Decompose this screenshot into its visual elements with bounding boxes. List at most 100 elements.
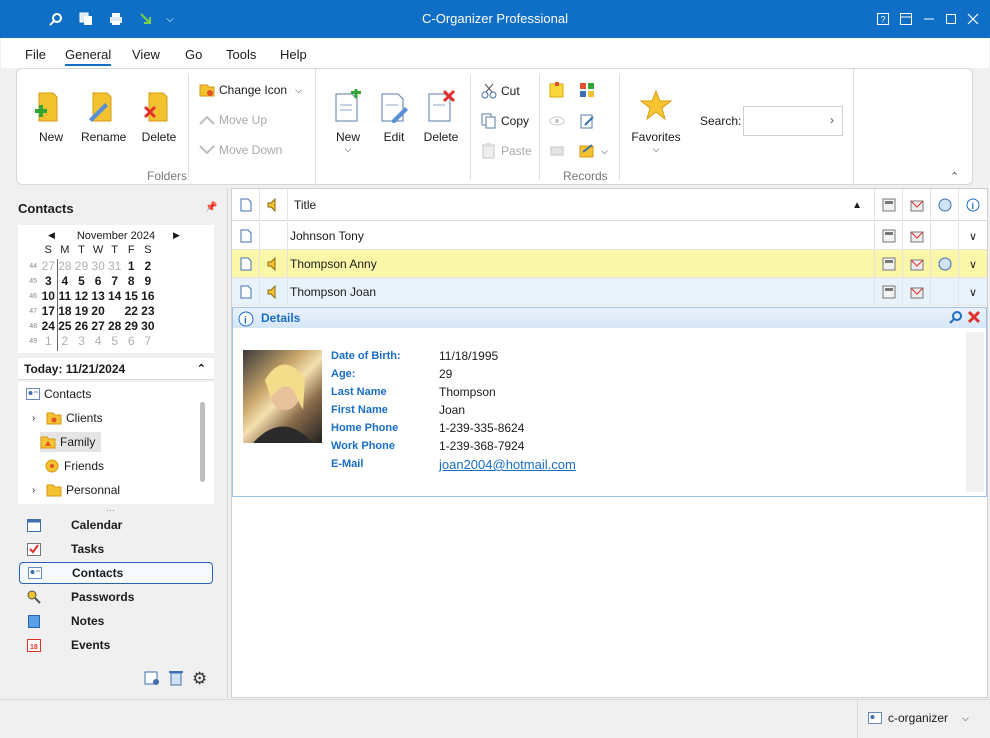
column-title[interactable]: Title ▲ [288,189,875,221]
expand-row-icon[interactable]: ∨ [959,222,987,250]
calendar-day[interactable]: 3 [73,334,90,349]
next-month-icon[interactable]: ▶ [173,230,180,241]
expand-row-icon[interactable]: ∨ [959,250,987,278]
move-up-button[interactable]: Move Up [199,113,267,127]
favorites-button[interactable]: Favorites ⌵ [629,89,683,155]
search-input[interactable]: › [743,106,843,136]
tree-item-family[interactable]: Family [40,432,102,452]
nav-calendar[interactable]: Calendar [19,514,213,536]
calendar-day[interactable]: 2 [140,259,157,274]
nav-notes[interactable]: Notes [19,610,213,632]
calendar-day[interactable]: 15 [123,289,140,304]
expand-row-icon[interactable]: ∨ [959,278,987,306]
calendar-day[interactable]: 3 [40,274,57,289]
calendar-day[interactable]: 6 [123,334,140,349]
rename-folder-button[interactable]: Rename [81,89,126,144]
calendar-day[interactable]: 23 [140,304,157,319]
nav-contacts[interactable]: Contacts [19,562,213,584]
calendar-day[interactable]: 28 [57,259,74,274]
column-web-icon[interactable] [931,189,959,221]
calendar-day[interactable]: 9 [140,274,157,289]
calendar-day[interactable]: 29 [73,259,90,274]
prev-month-icon[interactable]: ◀ [48,230,55,241]
calendar-day[interactable]: 2 [57,334,74,349]
pin-icon[interactable]: 📌 [205,202,217,213]
column-email-icon[interactable] [903,189,931,221]
menu-go[interactable]: Go [185,47,202,62]
chevron-right-icon[interactable]: › [830,113,834,127]
help-icon[interactable]: ? [872,8,894,30]
cut-button[interactable]: Cut [481,83,520,99]
calendar-day[interactable]: 10 [40,289,57,304]
tree-scrollbar[interactable] [200,402,205,482]
paste-button[interactable]: Paste [481,143,532,159]
tree-item-personnal[interactable]: › Personnal [32,480,120,500]
table-row[interactable]: Thompson Joan ∨ [232,278,987,306]
column-info-icon[interactable]: i [959,189,987,221]
recycle-bin-icon[interactable] [168,670,184,689]
calendar-day[interactable]: 18 [57,304,74,319]
tree-item-contacts[interactable]: Contacts [26,384,91,404]
delete-folder-button[interactable]: Delete [139,89,179,144]
calendar-day[interactable]: 22 [123,304,140,319]
delete-record-button[interactable]: Delete [423,89,459,144]
calendar-day[interactable]: 1 [40,334,57,349]
calendar-day[interactable]: 4 [90,334,107,349]
calendar-day[interactable]: 6 [90,274,107,289]
calendar-day[interactable]: 19 [73,304,90,319]
menu-tools[interactable]: Tools [226,47,256,62]
column-phone-icon[interactable] [875,189,903,221]
calendar-day[interactable]: 4 [57,274,74,289]
expand-icon[interactable]: › [32,413,42,424]
email-link[interactable]: joan2004@hotmail.com [439,457,576,472]
details-scrollbar[interactable] [966,332,984,492]
maximize-button[interactable] [940,8,962,30]
calendar-day[interactable]: 27 [40,259,57,274]
calendar-day[interactable]: 25 [57,319,74,334]
menu-view[interactable]: View [132,47,160,62]
collapse-icon[interactable]: ⌃ [197,358,206,380]
tree-item-friends[interactable]: Friends [44,456,104,476]
calendar-day[interactable]: 26 [73,319,90,334]
calendar-day[interactable]: 31 [106,259,123,274]
calendar-day[interactable]: 21 [106,304,123,319]
calendar-day[interactable]: 5 [106,334,123,349]
print-preview-icon[interactable] [549,143,565,162]
expand-icon[interactable]: › [32,485,42,496]
new-folder-button[interactable]: New [33,89,69,144]
pin-details-icon[interactable] [949,310,963,327]
calendar-day[interactable]: 24 [40,319,57,334]
calendar-day[interactable]: 7 [140,334,157,349]
profile-selector[interactable]: c-organizer ⌵ [868,711,969,725]
nav-events[interactable]: 18 Events [19,634,213,656]
calendar-day[interactable]: 7 [106,274,123,289]
close-button[interactable] [962,8,984,30]
column-sound-icon[interactable] [260,189,288,221]
calendar-day[interactable]: 11 [57,289,74,304]
calendar-day[interactable]: 14 [106,289,123,304]
tree-item-clients[interactable]: › Clients [32,408,103,428]
menu-help[interactable]: Help [280,47,307,62]
change-icon-button[interactable]: Change Icon ⌵ [199,83,302,97]
calendar-day[interactable]: 30 [140,319,157,334]
calendar-day[interactable]: 12 [73,289,90,304]
gear-icon[interactable]: ⚙ [192,669,207,689]
layout-icon[interactable] [895,8,917,30]
table-row[interactable]: Thompson Anny ∨ [232,250,987,278]
calendar-day[interactable]: 16 [140,289,157,304]
calendar-day[interactable]: 28 [106,319,123,334]
table-row[interactable]: Johnson Tony ∨ [232,222,987,250]
export-button[interactable]: ⌵ [579,143,608,159]
categories-icon[interactable] [579,82,595,101]
hide-icon[interactable] [549,113,565,132]
calendar-day[interactable]: 30 [90,259,107,274]
sticky-note-icon[interactable] [549,82,565,101]
calendar-day[interactable]: 13 [90,289,107,304]
calendar-day[interactable]: 29 [123,319,140,334]
calendar-day[interactable]: 27 [90,319,107,334]
nav-tasks[interactable]: Tasks [19,538,213,560]
properties-icon[interactable] [579,113,595,132]
today-bar[interactable]: Today: 11/21/2024 ⌃ [18,358,214,380]
sort-icon[interactable]: ▲ [852,200,862,211]
calendar-day[interactable]: 17 [40,304,57,319]
